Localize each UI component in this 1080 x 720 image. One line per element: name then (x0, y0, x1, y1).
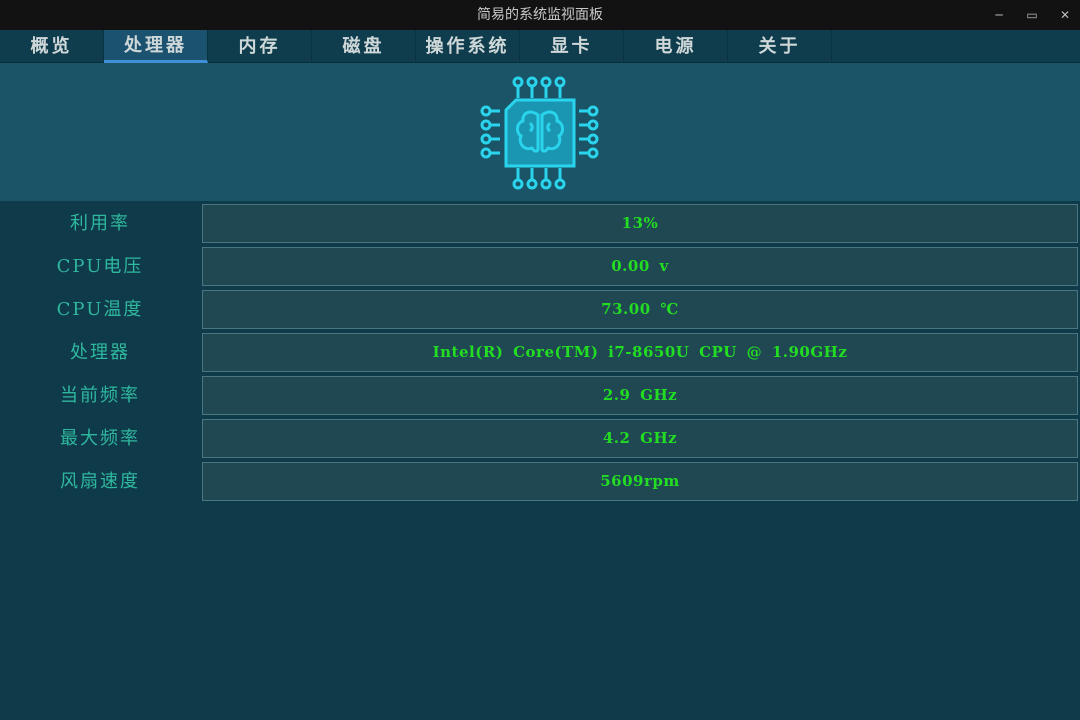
minimize-icon[interactable]: ─ (982, 0, 1016, 30)
row-value: 13% (202, 204, 1078, 243)
row-value: 0.00 v (202, 247, 1078, 286)
tab-gpu[interactable]: 显卡 (520, 30, 624, 63)
info-row-processor: 处理器 Intel(R) Core(TM) i7-8650U CPU @ 1.9… (0, 333, 1080, 373)
row-label: 风扇速度 (60, 471, 140, 492)
row-label: 当前频率 (60, 385, 140, 406)
maximize-icon[interactable]: ▭ (1015, 0, 1049, 30)
tab-overview[interactable]: 概览 (0, 30, 104, 63)
tab-disk[interactable]: 磁盘 (312, 30, 416, 63)
row-value: 5609rpm (202, 462, 1078, 501)
tab-about[interactable]: 关于 (728, 30, 832, 63)
tab-power[interactable]: 电源 (624, 30, 728, 63)
row-label: 处理器 (70, 342, 130, 363)
cpu-brain-icon (480, 76, 599, 190)
tab-memory[interactable]: 内存 (208, 30, 312, 63)
close-icon[interactable]: ✕ (1048, 0, 1080, 30)
info-row-fan-speed: 风扇速度 5609rpm (0, 462, 1080, 502)
info-row-max-frequency: 最大频率 4.2 GHz (0, 419, 1080, 459)
tab-bar: 概览 处理器 内存 磁盘 操作系统 显卡 电源 关于 (0, 30, 1080, 63)
tab-processor[interactable]: 处理器 (104, 30, 208, 63)
title-bar: 简易的系统监视面板 ─ ▭ ✕ (0, 0, 1080, 30)
row-label: CPU电压 (56, 256, 144, 277)
window-title: 简易的系统监视面板 (477, 7, 603, 23)
info-row-current-frequency: 当前频率 2.9 GHz (0, 376, 1080, 416)
row-value: 2.9 GHz (202, 376, 1078, 415)
info-row-voltage: CPU电压 0.00 v (0, 247, 1080, 287)
row-value: Intel(R) Core(TM) i7-8650U CPU @ 1.90GHz (202, 333, 1078, 372)
tab-os[interactable]: 操作系统 (416, 30, 520, 63)
row-label: CPU温度 (56, 299, 144, 320)
row-label: 利用率 (70, 213, 130, 234)
processor-banner (0, 63, 1080, 201)
info-row-temperature: CPU温度 73.00 ℃ (0, 290, 1080, 330)
row-value: 73.00 ℃ (202, 290, 1078, 329)
row-label: 最大频率 (60, 428, 140, 449)
info-row-utilization: 利用率 13% (0, 204, 1080, 244)
row-value: 4.2 GHz (202, 419, 1078, 458)
